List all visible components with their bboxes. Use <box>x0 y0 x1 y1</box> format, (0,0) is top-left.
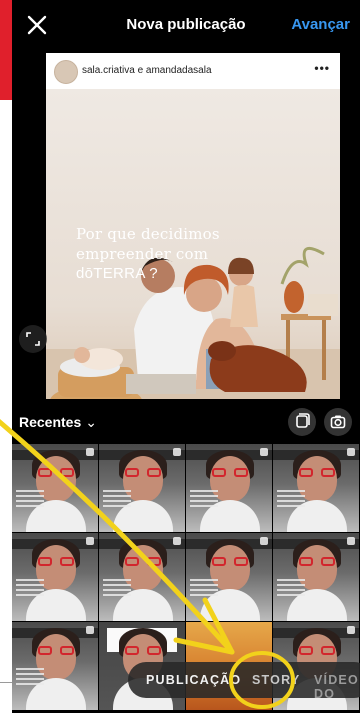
mode-video[interactable]: VÍDEO DO <box>314 673 360 698</box>
headline-line-2: empreender com <box>76 245 209 263</box>
post-headline: Por que decidimos empreender com dōTERRA… <box>76 224 276 284</box>
media-thumbnail[interactable] <box>99 444 185 532</box>
expand-button[interactable] <box>19 325 47 353</box>
media-thumbnail[interactable] <box>273 533 359 621</box>
post-header: sala.criativa e amandadasala ••• <box>46 53 340 89</box>
media-thumbnail[interactable] <box>273 444 359 532</box>
media-thumbnail[interactable] <box>12 622 98 710</box>
mode-publication[interactable]: PUBLICAÇÃO <box>146 673 241 687</box>
headline-line-1: Por que decidimos <box>76 225 220 243</box>
post-preview: sala.criativa e amandadasala ••• Por que… <box>46 53 340 399</box>
multi-select-icon <box>296 413 310 428</box>
mode-story[interactable]: STORY <box>252 673 300 687</box>
post-username: sala.criativa e amandadasala <box>82 65 212 76</box>
media-thumbnail[interactable] <box>99 533 185 621</box>
expand-icon <box>26 332 40 346</box>
next-button[interactable]: Avançar <box>291 16 350 33</box>
camera-button[interactable] <box>324 408 352 436</box>
headline-brand: dōTERRA ? <box>76 265 158 282</box>
recents-label: Recentes <box>19 414 82 430</box>
post-image: Por que decidimos empreender com dōTERRA… <box>46 89 340 399</box>
avatar <box>54 60 78 84</box>
gallery-toolbar: Recentes ⌄ <box>12 404 360 440</box>
mode-selector: PUBLICAÇÃO STORY VÍDEO DO <box>128 662 360 698</box>
media-thumbnail[interactable] <box>12 444 98 532</box>
camera-icon <box>330 415 346 429</box>
left-divider-line <box>0 682 12 683</box>
media-thumbnail[interactable] <box>186 444 272 532</box>
multi-select-button[interactable] <box>288 408 316 436</box>
red-side-bar <box>0 0 12 100</box>
more-options-icon[interactable]: ••• <box>314 61 330 75</box>
left-margin <box>0 0 12 713</box>
chevron-down-icon: ⌄ <box>85 414 97 430</box>
new-post-screen: Nova publicação Avançar sala.criativa e … <box>12 0 360 713</box>
media-thumbnail[interactable] <box>186 533 272 621</box>
top-bar: Nova publicação Avançar <box>12 0 360 50</box>
recents-dropdown[interactable]: Recentes ⌄ <box>19 414 97 431</box>
media-thumbnail[interactable] <box>12 533 98 621</box>
